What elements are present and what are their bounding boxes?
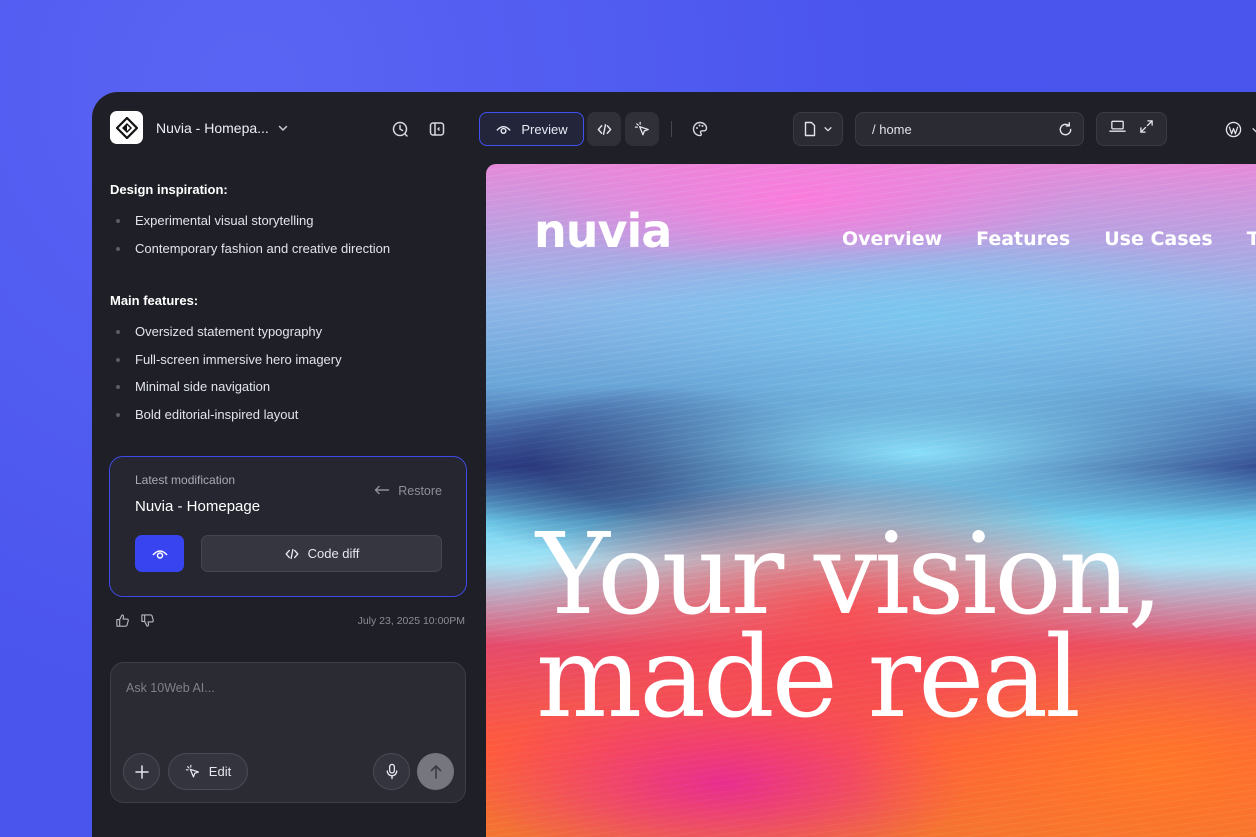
nav-link-testimonials[interactable]: Testi bbox=[1247, 228, 1256, 250]
inspiration-list: Experimental visual storytelling Contemp… bbox=[116, 212, 390, 267]
website-preview: nuvia Overview Features Use Cases Testi … bbox=[486, 164, 1256, 837]
arrow-up-icon bbox=[430, 764, 441, 779]
device-toggle-group bbox=[1096, 112, 1167, 146]
select-element-button[interactable] bbox=[625, 112, 659, 146]
page-icon bbox=[804, 121, 816, 137]
hero-line: Your vision, bbox=[536, 510, 1163, 640]
code-icon bbox=[597, 123, 611, 135]
nav-link-overview[interactable]: Overview bbox=[842, 228, 942, 250]
project-name[interactable]: Nuvia - Homepa... bbox=[156, 120, 269, 136]
list-item: Full-screen immersive hero imagery bbox=[116, 351, 342, 379]
diamond-logo-icon bbox=[115, 116, 138, 139]
microphone-icon bbox=[386, 763, 397, 780]
features-title: Main features: bbox=[110, 293, 199, 308]
thumbs-up-icon[interactable] bbox=[115, 613, 130, 633]
list-item: Oversized statement typography bbox=[116, 323, 342, 351]
undo-arrow-icon bbox=[375, 485, 390, 495]
url-bar[interactable]: / home bbox=[855, 112, 1084, 146]
palette-icon[interactable] bbox=[684, 113, 716, 145]
edit-label: Edit bbox=[208, 764, 232, 779]
restore-label: Restore bbox=[398, 484, 442, 498]
site-logo[interactable]: nuvia bbox=[534, 204, 672, 258]
edit-button[interactable]: Edit bbox=[168, 753, 248, 790]
list-item: Bold editorial-inspired layout bbox=[116, 406, 342, 434]
thumbs-down-icon[interactable] bbox=[140, 613, 155, 633]
url-text: / home bbox=[872, 121, 912, 137]
modification-name: Nuvia - Homepage bbox=[135, 498, 261, 515]
expand-icon[interactable] bbox=[1139, 119, 1154, 139]
timestamp: July 23, 2025 10:00PM bbox=[357, 615, 465, 627]
inspiration-title: Design inspiration: bbox=[110, 182, 228, 197]
wordpress-icon[interactable] bbox=[1225, 121, 1242, 143]
code-diff-button[interactable]: Code diff bbox=[201, 535, 442, 572]
chat-input-box: Edit bbox=[110, 662, 466, 803]
sidebar-toggle-icon[interactable] bbox=[421, 113, 453, 145]
site-nav: Overview Features Use Cases Testi bbox=[842, 228, 1256, 250]
modification-label: Latest modification bbox=[135, 473, 236, 487]
view-modification-button[interactable] bbox=[135, 535, 184, 572]
preview-button[interactable]: Preview bbox=[479, 112, 584, 146]
hero-headline: Your vision, made real bbox=[536, 510, 1163, 743]
page-select[interactable] bbox=[793, 112, 843, 146]
refresh-icon[interactable] bbox=[1057, 121, 1074, 141]
feedback-group bbox=[115, 613, 155, 633]
cursor-select-icon bbox=[185, 764, 199, 778]
restore-button[interactable]: Restore bbox=[374, 484, 442, 498]
list-item: Experimental visual storytelling bbox=[116, 212, 390, 240]
nav-link-use-cases[interactable]: Use Cases bbox=[1104, 228, 1213, 250]
list-item: Minimal side navigation bbox=[116, 378, 342, 406]
plus-icon bbox=[134, 764, 149, 779]
chat-panel: Design inspiration: Experimental visual … bbox=[92, 164, 486, 837]
laptop-icon[interactable] bbox=[1109, 119, 1127, 139]
chevron-down-icon[interactable] bbox=[277, 121, 289, 139]
eye-icon bbox=[496, 125, 512, 134]
chevron-down-icon[interactable] bbox=[1251, 122, 1256, 140]
history-icon[interactable] bbox=[384, 113, 416, 145]
features-list: Oversized statement typography Full-scre… bbox=[116, 323, 342, 433]
eye-icon bbox=[151, 549, 168, 559]
code-diff-label: Code diff bbox=[307, 546, 360, 561]
add-button[interactable] bbox=[123, 753, 160, 790]
code-view-button[interactable] bbox=[587, 112, 621, 146]
nav-link-features[interactable]: Features bbox=[976, 228, 1070, 250]
modification-card: Latest modification Nuvia - Homepage Res… bbox=[109, 456, 467, 597]
code-icon bbox=[285, 548, 299, 559]
list-item: Contemporary fashion and creative direct… bbox=[116, 240, 390, 268]
microphone-button[interactable] bbox=[373, 753, 410, 790]
app-window: Nuvia - Homepa... Preview / home Design … bbox=[92, 92, 1256, 837]
toolbar-divider bbox=[671, 121, 672, 137]
send-button[interactable] bbox=[417, 753, 454, 790]
cursor-select-icon bbox=[634, 121, 649, 135]
app-logo[interactable] bbox=[110, 111, 143, 144]
preview-label: Preview bbox=[521, 121, 568, 137]
ask-input[interactable] bbox=[126, 681, 446, 695]
chevron-down-icon bbox=[824, 127, 832, 132]
toolbar: Nuvia - Homepa... Preview / home bbox=[92, 92, 1256, 164]
hero-line: made real bbox=[536, 613, 1081, 743]
